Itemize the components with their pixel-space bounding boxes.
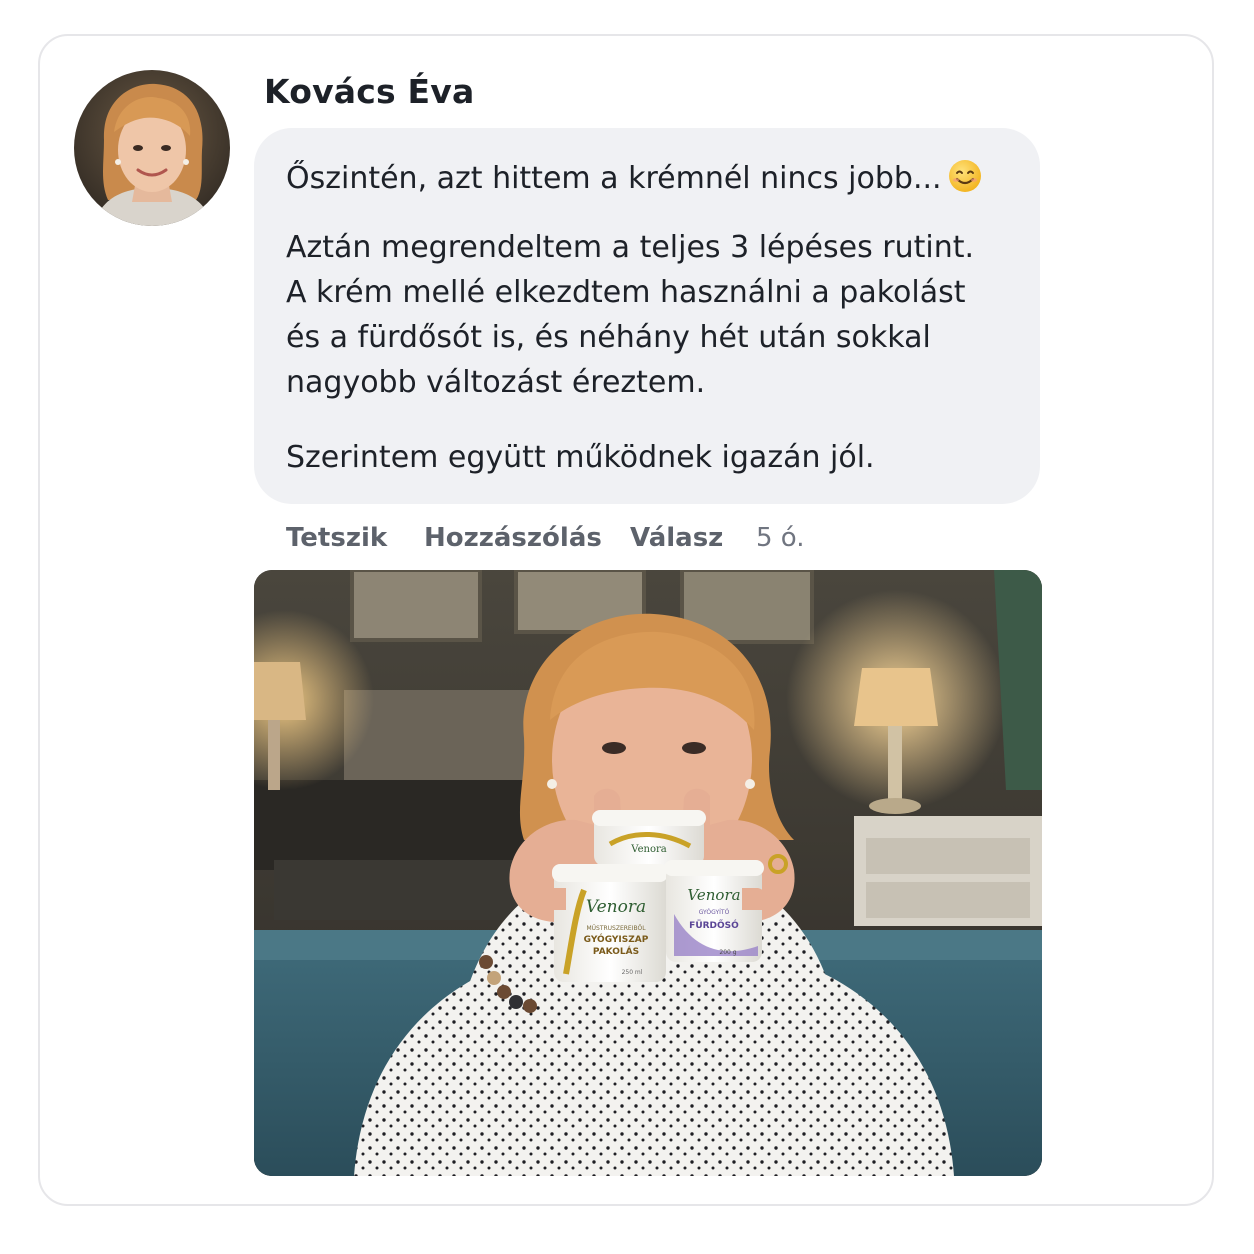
comment-paragraph-2-line: Aztán megrendeltem a teljes 3 lépéses ru… [286,230,975,265]
attached-photo[interactable]: Venora Venora MŰSTRUSZEREIBŐL GYÓGYISZAP… [254,570,1042,1176]
like-button[interactable]: Tetszik [286,518,387,558]
comment-button[interactable]: Hozzászólás [424,518,602,558]
left-jar-name-1: GYÓGYISZAP [584,933,649,945]
comment-paragraph-3: Szerintem együtt működnek igazán jól. [286,440,875,475]
product-photo: Venora Venora MŰSTRUSZEREIBŐL GYÓGYISZAP… [254,570,1042,1176]
avatar-photo [74,70,230,226]
smiling-face-icon [948,160,981,192]
right-jar-name: FÜRDŐSÓ [689,919,739,931]
comment-paragraph-2-line: nagyobb változást éreztem. [286,365,706,400]
right-jar-subtitle: GYÓGYÍTÓ [699,909,730,916]
comment-paragraph-1: Őszintén, azt hittem a krémnél nincs job… [286,156,982,201]
comment-timestamp: 5 ó. [756,523,805,553]
jar-small: Venora [592,810,706,866]
comment-paragraph-1-text: Őszintén, azt hittem a krémnél nincs job… [286,161,942,196]
author-avatar[interactable] [74,70,230,226]
reply-button[interactable]: Válasz [630,518,723,558]
right-jar-brand: Venora [687,886,740,904]
left-jar-volume: 250 ml [622,969,643,976]
comment-paragraph-2-line: és a fürdősót is, és néhány hét után sok… [286,320,931,355]
jar-left: Venora MŰSTRUSZEREIBŐL GYÓGYISZAP PAKOLÁ… [552,864,668,982]
author-name[interactable]: Kovács Éva [264,72,474,111]
left-jar-brand: Venora [586,897,646,917]
small-jar-brand: Venora [630,844,666,855]
comment-bubble: Őszintén, azt hittem a krémnél nincs job… [254,128,1040,504]
right-jar-weight: 200 g [719,949,736,956]
comment-paragraph-2-line: A krém mellé elkezdtem használni a pakol… [286,275,966,310]
left-jar-name-2: PAKOLÁS [593,945,639,957]
jar-right: Venora GYÓGYÍTÓ FÜRDŐSÓ 200 g [664,860,764,962]
left-jar-subtitle: MŰSTRUSZEREIBŐL [586,925,646,932]
comment-paragraph-2: Aztán megrendeltem a teljes 3 lépéses ru… [286,225,974,405]
